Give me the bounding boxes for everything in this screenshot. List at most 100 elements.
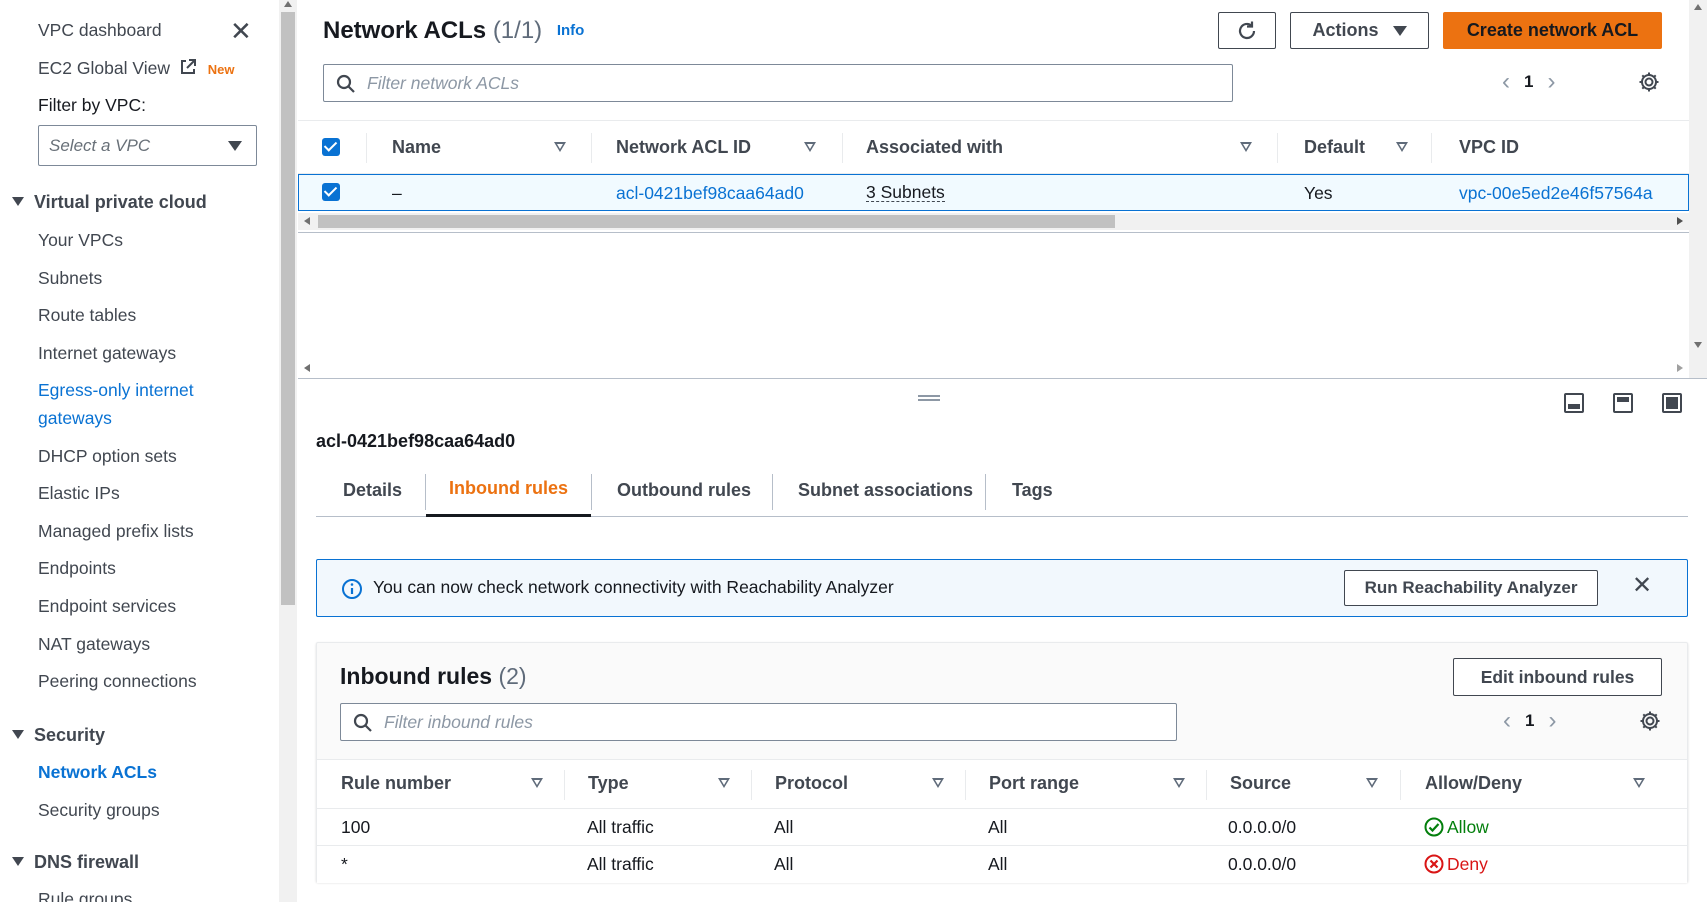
- nav-peering-connections[interactable]: Peering connections: [38, 671, 197, 692]
- vpc-select[interactable]: Select a VPC: [38, 125, 257, 166]
- close-icon[interactable]: ✕: [1632, 574, 1652, 598]
- main-vertical-scrollbar[interactable]: [1689, 0, 1707, 378]
- tab-details[interactable]: Details: [343, 463, 402, 517]
- col-network-acl-id[interactable]: Network ACL ID: [616, 137, 751, 158]
- col-allow-deny[interactable]: Allow/Deny: [1425, 773, 1522, 794]
- gear-icon[interactable]: [1639, 710, 1661, 732]
- vpc-select-placeholder: Select a VPC: [49, 136, 151, 155]
- sort-icon[interactable]: [531, 778, 543, 788]
- nav-security-groups[interactable]: Security groups: [38, 800, 160, 821]
- refresh-button[interactable]: [1218, 12, 1276, 49]
- chevron-right-icon[interactable]: ›: [1534, 707, 1570, 735]
- tab-subnet-associations[interactable]: Subnet associations: [798, 463, 973, 517]
- tab-inbound-rules[interactable]: Inbound rules: [426, 463, 591, 517]
- rules-current-page[interactable]: 1: [1525, 711, 1534, 731]
- nav-vpc-dashboard[interactable]: VPC dashboard: [38, 20, 162, 41]
- filter-network-acls-input[interactable]: Filter network ACLs: [323, 64, 1233, 102]
- table-scrollbar-thumb[interactable]: [318, 215, 1115, 228]
- gear-icon[interactable]: [1638, 71, 1660, 93]
- current-page[interactable]: 1: [1524, 72, 1533, 92]
- rules-pagination: ‹ 1 ›: [1489, 707, 1570, 735]
- scroll-down-arrow-icon[interactable]: [1694, 342, 1702, 348]
- chevron-left-icon[interactable]: ‹: [1489, 707, 1525, 735]
- close-icon[interactable]: ✕: [230, 18, 252, 44]
- split-side-icon[interactable]: [1613, 393, 1633, 413]
- cell-rule-number: 100: [341, 817, 371, 837]
- col-name[interactable]: Name: [392, 137, 441, 158]
- col-port-range[interactable]: Port range: [989, 773, 1079, 794]
- col-rule-number[interactable]: Rule number: [341, 773, 451, 794]
- scroll-right-arrow-icon[interactable]: [1677, 217, 1683, 225]
- nav-egress-only-gateways-line2[interactable]: gateways: [38, 408, 112, 429]
- nav-egress-only-gateways[interactable]: Egress-only internet: [38, 380, 194, 401]
- col-protocol[interactable]: Protocol: [775, 773, 848, 794]
- filter-inbound-rules-input[interactable]: Filter inbound rules: [340, 703, 1177, 741]
- cell-associated-subnets[interactable]: 3 Subnets: [866, 183, 945, 203]
- cell-source: 0.0.0.0/0: [1228, 854, 1297, 874]
- cell-vpc-id-link[interactable]: vpc-00e5ed2e46f57564a: [1459, 183, 1653, 204]
- sort-icon[interactable]: [1240, 142, 1252, 152]
- sort-icon[interactable]: [554, 142, 566, 152]
- section-security[interactable]: Security: [12, 725, 105, 746]
- nav-ec2-global-view[interactable]: EC2 Global View New: [38, 58, 234, 79]
- column-divider: [1400, 770, 1401, 800]
- drag-handle-icon[interactable]: [918, 395, 940, 401]
- sort-icon[interactable]: [1366, 778, 1378, 788]
- chevron-right-icon[interactable]: ›: [1533, 68, 1569, 96]
- nav-your-vpcs[interactable]: Your VPCs: [38, 230, 123, 251]
- sidebar-scrollbar[interactable]: [279, 0, 297, 902]
- nav-endpoints[interactable]: Endpoints: [38, 558, 116, 579]
- nav-elastic-ips[interactable]: Elastic IPs: [38, 483, 120, 504]
- sort-icon[interactable]: [1396, 142, 1408, 152]
- tab-outbound-rules[interactable]: Outbound rules: [617, 463, 751, 517]
- actions-button-label: Actions: [1312, 20, 1379, 40]
- panel-horizontal-scrollbar[interactable]: [298, 360, 1689, 377]
- nav-dhcp-option-sets[interactable]: DHCP option sets: [38, 446, 177, 467]
- row-checkbox[interactable]: [322, 183, 340, 201]
- nav-endpoint-services[interactable]: Endpoint services: [38, 596, 176, 617]
- nav-internet-gateways[interactable]: Internet gateways: [38, 343, 176, 364]
- run-reachability-analyzer-button[interactable]: Run Reachability Analyzer: [1344, 570, 1598, 606]
- info-link[interactable]: Info: [557, 22, 585, 39]
- sort-icon[interactable]: [932, 778, 944, 788]
- section-virtual-private-cloud[interactable]: Virtual private cloud: [12, 192, 207, 213]
- sort-icon[interactable]: [718, 778, 730, 788]
- resource-title: acl-0421bef98caa64ad0: [316, 431, 516, 451]
- table-row[interactable]: – acl-0421bef98caa64ad0 3 Subnets Yes vp…: [298, 174, 1689, 211]
- split-full-icon[interactable]: [1662, 393, 1682, 413]
- nav-rule-groups[interactable]: Rule groups: [38, 889, 132, 902]
- nav-route-tables[interactable]: Route tables: [38, 305, 136, 326]
- scroll-left-arrow-icon[interactable]: [304, 217, 310, 225]
- scroll-up-arrow-icon[interactable]: [1694, 4, 1702, 10]
- tab-tags[interactable]: Tags: [1012, 463, 1053, 517]
- col-vpc-id[interactable]: VPC ID: [1459, 137, 1519, 158]
- sidebar-scrollbar-thumb[interactable]: [281, 12, 295, 605]
- create-network-acl-button[interactable]: Create network ACL: [1443, 12, 1662, 49]
- sort-icon[interactable]: [804, 142, 816, 152]
- scroll-left-arrow-icon[interactable]: [304, 364, 310, 372]
- scroll-up-arrow-icon[interactable]: [284, 1, 292, 7]
- scroll-right-arrow-icon[interactable]: [1677, 364, 1683, 372]
- section-dns-firewall[interactable]: DNS firewall: [12, 852, 139, 873]
- new-badge: New: [207, 62, 235, 77]
- col-default[interactable]: Default: [1304, 137, 1365, 158]
- col-associated-with[interactable]: Associated with: [866, 137, 1003, 158]
- column-divider: [366, 133, 367, 163]
- sort-icon[interactable]: [1633, 778, 1645, 788]
- col-source[interactable]: Source: [1230, 773, 1291, 794]
- nav-subnets[interactable]: Subnets: [38, 268, 102, 289]
- col-type[interactable]: Type: [588, 773, 629, 794]
- filter-inbound-rules-placeholder: Filter inbound rules: [384, 712, 533, 732]
- table-horizontal-scrollbar[interactable]: [298, 213, 1689, 230]
- nav-nat-gateways[interactable]: NAT gateways: [38, 634, 150, 655]
- sort-icon[interactable]: [1173, 778, 1185, 788]
- edit-inbound-rules-button[interactable]: Edit inbound rules: [1453, 658, 1662, 696]
- nav-managed-prefix-lists[interactable]: Managed prefix lists: [38, 521, 194, 542]
- actions-button[interactable]: Actions: [1290, 12, 1429, 49]
- nav-network-acls[interactable]: Network ACLs: [38, 762, 157, 783]
- split-bottom-icon[interactable]: [1564, 393, 1584, 413]
- chevron-left-icon[interactable]: ‹: [1488, 68, 1524, 96]
- cell-acl-id-link[interactable]: acl-0421bef98caa64ad0: [616, 183, 804, 204]
- split-bottom-icon-fill: [1568, 404, 1580, 409]
- select-all-checkbox[interactable]: [322, 138, 340, 156]
